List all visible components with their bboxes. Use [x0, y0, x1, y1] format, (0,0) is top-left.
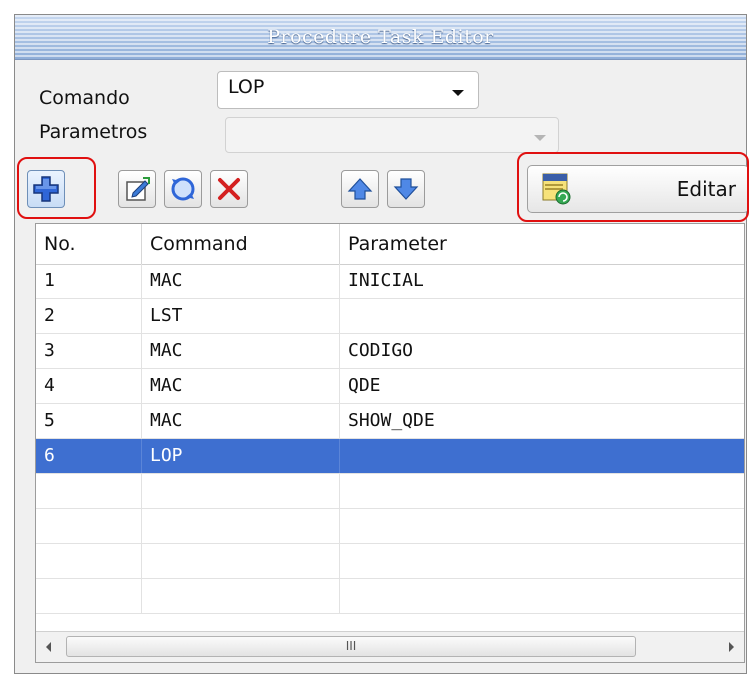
chevron-down-icon[interactable] — [452, 90, 464, 96]
cell-no: 3 — [36, 334, 142, 368]
title-bar[interactable]: Procedure Task Editor — [15, 15, 746, 60]
editar-button-highlight — [517, 152, 749, 222]
cell-command: MAC — [142, 334, 340, 368]
procedure-task-editor-window: Procedure Task Editor Comando LOP Parame… — [14, 14, 749, 674]
empty-cell — [142, 474, 340, 508]
cell-command: MAC — [142, 264, 340, 298]
delete-button[interactable] — [210, 170, 248, 208]
arrow-down-icon — [393, 178, 419, 200]
cell-command: MAC — [142, 369, 340, 403]
refresh-button[interactable] — [164, 170, 202, 208]
cell-no: 2 — [36, 299, 142, 333]
cell-no: 6 — [36, 439, 142, 473]
cell-no: 1 — [36, 264, 142, 298]
empty-cell — [142, 509, 340, 543]
table-row[interactable]: 5 MAC SHOW_QDE — [36, 404, 744, 439]
table-row[interactable]: 2 LST — [36, 299, 744, 334]
empty-row — [36, 544, 744, 579]
empty-row — [36, 509, 744, 544]
comando-select[interactable]: LOP — [217, 71, 479, 109]
window-title: Procedure Task Editor — [267, 26, 494, 48]
table-row[interactable]: 1 MAC INICIAL — [36, 264, 744, 299]
cell-command: MAC — [142, 404, 340, 438]
add-button-highlight — [17, 157, 96, 219]
parametros-label: Parametros — [39, 121, 148, 143]
column-header-parameter[interactable]: Parameter — [340, 224, 744, 264]
cell-parameter — [340, 439, 744, 473]
cell-command: LOP — [142, 439, 340, 473]
cell-no: 5 — [36, 404, 142, 438]
scrollbar-thumb[interactable]: III — [66, 636, 636, 657]
cell-parameter: SHOW_QDE — [348, 410, 435, 431]
table-row[interactable]: 3 MAC CODIGO — [36, 334, 744, 369]
cell-no: 4 — [36, 369, 142, 403]
cell-parameter: INICIAL — [348, 270, 424, 291]
comando-select-value: LOP — [228, 76, 265, 98]
cell-parameter — [340, 299, 744, 333]
scroll-left-icon[interactable] — [46, 642, 51, 652]
empty-cell — [36, 509, 142, 543]
table-row[interactable]: 4 MAC QDE — [36, 369, 744, 404]
empty-cell — [142, 579, 340, 613]
empty-row — [36, 474, 744, 509]
empty-row — [36, 579, 744, 614]
cell-parameter: QDE — [348, 375, 381, 396]
cell-command: LST — [142, 299, 340, 333]
scrollbar-grip: III — [345, 639, 357, 653]
empty-cell — [36, 544, 142, 578]
cell-parameter: CODIGO — [348, 340, 414, 361]
edit-button[interactable] — [118, 170, 156, 208]
move-up-button[interactable] — [341, 170, 379, 208]
empty-cell — [36, 474, 142, 508]
scroll-right-icon[interactable] — [729, 642, 734, 652]
edit-icon — [126, 177, 150, 201]
empty-cell — [36, 579, 142, 613]
refresh-icon — [171, 177, 195, 201]
horizontal-scrollbar[interactable]: III — [36, 631, 744, 662]
delete-icon — [218, 178, 240, 200]
column-header-command[interactable]: Command — [142, 224, 340, 264]
parametros-select[interactable] — [225, 117, 559, 153]
procedure-table[interactable]: No. Command Parameter 1 MAC INICIAL 2 LS… — [35, 223, 745, 663]
comando-label: Comando — [39, 87, 130, 109]
column-header-no[interactable]: No. — [36, 224, 142, 264]
chevron-down-icon[interactable] — [534, 135, 546, 141]
table-row-selected[interactable]: 6 LOP — [36, 439, 744, 474]
move-down-button[interactable] — [387, 170, 425, 208]
arrow-up-icon — [347, 178, 373, 200]
table-header: No. Command Parameter — [36, 224, 744, 265]
empty-cell — [142, 544, 340, 578]
